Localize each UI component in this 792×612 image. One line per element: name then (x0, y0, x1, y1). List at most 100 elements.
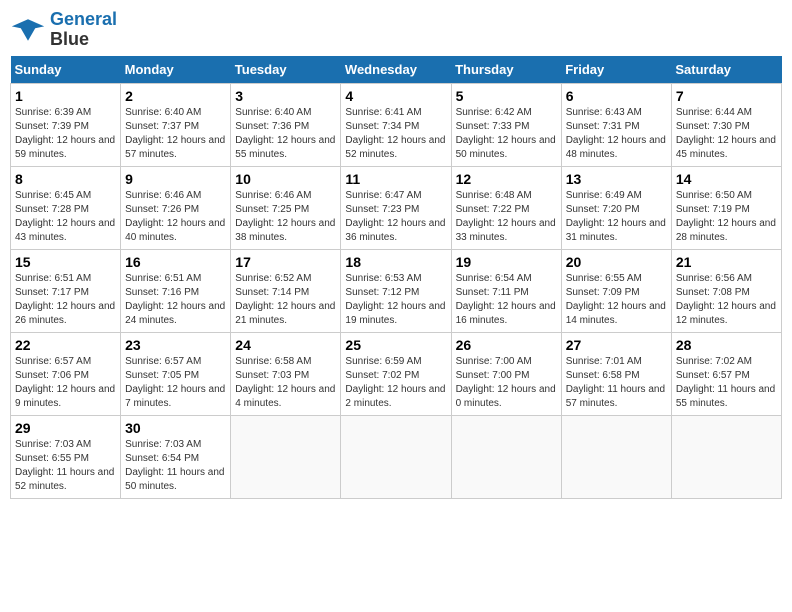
day-cell-3: 3 Sunrise: 6:40 AM Sunset: 7:36 PM Daylig… (231, 83, 341, 166)
week-row-5: 29 Sunrise: 7:03 AM Sunset: 6:55 PM Dayli… (11, 415, 782, 498)
day-cell-13: 13 Sunrise: 6:49 AM Sunset: 7:20 PM Dayli… (561, 166, 671, 249)
day-cell-8: 8 Sunrise: 6:45 AM Sunset: 7:28 PM Daylig… (11, 166, 121, 249)
day-header-monday: Monday (121, 56, 231, 84)
day-info: Sunrise: 6:59 AM Sunset: 7:02 PM Dayligh… (345, 355, 446, 411)
week-row-1: 1Sunrise: 6:39 AM Sunset: 7:39 PM Daylig… (11, 83, 782, 166)
day-info: Sunrise: 6:42 AM Sunset: 7:33 PM Dayligh… (456, 106, 557, 162)
day-number: 8 (15, 171, 116, 187)
day-cell-7: 7 Sunrise: 6:44 AM Sunset: 7:30 PM Daylig… (671, 83, 781, 166)
day-info: Sunrise: 6:41 AM Sunset: 7:34 PM Dayligh… (345, 106, 446, 162)
empty-cell (561, 415, 671, 498)
day-cell-18: 18 Sunrise: 6:53 AM Sunset: 7:12 PM Dayli… (341, 249, 451, 332)
day-cell-10: 10Sunrise: 6:46 AM Sunset: 7:25 PM Dayli… (231, 166, 341, 249)
day-cell-29: 29 Sunrise: 7:03 AM Sunset: 6:55 PM Dayli… (11, 415, 121, 498)
day-number: 22 (15, 337, 116, 353)
day-info: Sunrise: 6:47 AM Sunset: 7:23 PM Dayligh… (345, 189, 446, 245)
day-header-thursday: Thursday (451, 56, 561, 84)
day-cell-6: 6 Sunrise: 6:43 AM Sunset: 7:31 PM Daylig… (561, 83, 671, 166)
day-cell-16: 16Sunrise: 6:51 AM Sunset: 7:16 PM Dayli… (121, 249, 231, 332)
day-cell-15: 15Sunrise: 6:51 AM Sunset: 7:17 PM Dayli… (11, 249, 121, 332)
day-info: Sunrise: 7:01 AM Sunset: 6:58 PM Dayligh… (566, 355, 667, 411)
day-header-tuesday: Tuesday (231, 56, 341, 84)
day-cell-28: 28Sunrise: 7:02 AM Sunset: 6:57 PM Dayli… (671, 332, 781, 415)
day-info: Sunrise: 6:53 AM Sunset: 7:12 PM Dayligh… (345, 272, 446, 328)
day-number: 6 (566, 88, 667, 104)
day-info: Sunrise: 6:45 AM Sunset: 7:28 PM Dayligh… (15, 189, 116, 245)
day-cell-21: 21 Sunrise: 6:56 AM Sunset: 7:08 PM Dayli… (671, 249, 781, 332)
day-header-friday: Friday (561, 56, 671, 84)
week-row-4: 22 Sunrise: 6:57 AM Sunset: 7:06 PM Dayli… (11, 332, 782, 415)
day-info: Sunrise: 6:43 AM Sunset: 7:31 PM Dayligh… (566, 106, 667, 162)
day-cell-25: 25 Sunrise: 6:59 AM Sunset: 7:02 PM Dayli… (341, 332, 451, 415)
day-number: 4 (345, 88, 446, 104)
day-number: 27 (566, 337, 667, 353)
logo-text: GeneralBlue (50, 10, 117, 50)
day-info: Sunrise: 7:03 AM Sunset: 6:54 PM Dayligh… (125, 438, 226, 494)
page-header: GeneralBlue (10, 10, 782, 50)
day-cell-24: 24Sunrise: 6:58 AM Sunset: 7:03 PM Dayli… (231, 332, 341, 415)
calendar-header: SundayMondayTuesdayWednesdayThursdayFrid… (11, 56, 782, 84)
day-number: 29 (15, 420, 116, 436)
day-info: Sunrise: 6:55 AM Sunset: 7:09 PM Dayligh… (566, 272, 667, 328)
day-info: Sunrise: 6:51 AM Sunset: 7:17 PM Dayligh… (15, 272, 116, 328)
week-row-2: 8 Sunrise: 6:45 AM Sunset: 7:28 PM Daylig… (11, 166, 782, 249)
empty-cell (231, 415, 341, 498)
day-number: 21 (676, 254, 777, 270)
day-number: 28 (676, 337, 777, 353)
empty-cell (671, 415, 781, 498)
day-number: 23 (125, 337, 226, 353)
empty-cell (451, 415, 561, 498)
day-number: 14 (676, 171, 777, 187)
day-info: Sunrise: 7:00 AM Sunset: 7:00 PM Dayligh… (456, 355, 557, 411)
day-number: 7 (676, 88, 777, 104)
day-number: 20 (566, 254, 667, 270)
day-info: Sunrise: 6:40 AM Sunset: 7:36 PM Dayligh… (235, 106, 336, 162)
day-cell-4: 4 Sunrise: 6:41 AM Sunset: 7:34 PM Daylig… (341, 83, 451, 166)
day-info: Sunrise: 6:57 AM Sunset: 7:05 PM Dayligh… (125, 355, 226, 411)
day-cell-1: 1Sunrise: 6:39 AM Sunset: 7:39 PM Daylig… (11, 83, 121, 166)
day-cell-12: 12Sunrise: 6:48 AM Sunset: 7:22 PM Dayli… (451, 166, 561, 249)
empty-cell (341, 415, 451, 498)
day-info: Sunrise: 6:44 AM Sunset: 7:30 PM Dayligh… (676, 106, 777, 162)
day-cell-17: 17Sunrise: 6:52 AM Sunset: 7:14 PM Dayli… (231, 249, 341, 332)
day-number: 18 (345, 254, 446, 270)
logo-icon (10, 15, 46, 45)
day-cell-11: 11 Sunrise: 6:47 AM Sunset: 7:23 PM Dayli… (341, 166, 451, 249)
day-cell-14: 14 Sunrise: 6:50 AM Sunset: 7:19 PM Dayli… (671, 166, 781, 249)
day-cell-27: 27 Sunrise: 7:01 AM Sunset: 6:58 PM Dayli… (561, 332, 671, 415)
day-info: Sunrise: 7:03 AM Sunset: 6:55 PM Dayligh… (15, 438, 116, 494)
day-number: 16 (125, 254, 226, 270)
day-info: Sunrise: 6:46 AM Sunset: 7:26 PM Dayligh… (125, 189, 226, 245)
day-info: Sunrise: 6:40 AM Sunset: 7:37 PM Dayligh… (125, 106, 226, 162)
day-number: 5 (456, 88, 557, 104)
day-info: Sunrise: 6:52 AM Sunset: 7:14 PM Dayligh… (235, 272, 336, 328)
day-number: 26 (456, 337, 557, 353)
week-row-3: 15Sunrise: 6:51 AM Sunset: 7:17 PM Dayli… (11, 249, 782, 332)
day-number: 11 (345, 171, 446, 187)
day-header-sunday: Sunday (11, 56, 121, 84)
logo: GeneralBlue (10, 10, 117, 50)
day-header-saturday: Saturday (671, 56, 781, 84)
day-info: Sunrise: 6:54 AM Sunset: 7:11 PM Dayligh… (456, 272, 557, 328)
header-row: SundayMondayTuesdayWednesdayThursdayFrid… (11, 56, 782, 84)
calendar-body: 1Sunrise: 6:39 AM Sunset: 7:39 PM Daylig… (11, 83, 782, 498)
day-header-wednesday: Wednesday (341, 56, 451, 84)
day-number: 24 (235, 337, 336, 353)
day-info: Sunrise: 6:48 AM Sunset: 7:22 PM Dayligh… (456, 189, 557, 245)
day-cell-30: 30Sunrise: 7:03 AM Sunset: 6:54 PM Dayli… (121, 415, 231, 498)
day-cell-22: 22 Sunrise: 6:57 AM Sunset: 7:06 PM Dayli… (11, 332, 121, 415)
day-cell-26: 26 Sunrise: 7:00 AM Sunset: 7:00 PM Dayli… (451, 332, 561, 415)
day-number: 13 (566, 171, 667, 187)
day-number: 3 (235, 88, 336, 104)
day-info: Sunrise: 6:56 AM Sunset: 7:08 PM Dayligh… (676, 272, 777, 328)
day-info: Sunrise: 6:49 AM Sunset: 7:20 PM Dayligh… (566, 189, 667, 245)
day-cell-9: 9Sunrise: 6:46 AM Sunset: 7:26 PM Daylig… (121, 166, 231, 249)
day-number: 2 (125, 88, 226, 104)
day-cell-19: 19Sunrise: 6:54 AM Sunset: 7:11 PM Dayli… (451, 249, 561, 332)
day-cell-2: 2 Sunrise: 6:40 AM Sunset: 7:37 PM Daylig… (121, 83, 231, 166)
day-info: Sunrise: 6:50 AM Sunset: 7:19 PM Dayligh… (676, 189, 777, 245)
day-info: Sunrise: 6:57 AM Sunset: 7:06 PM Dayligh… (15, 355, 116, 411)
day-number: 25 (345, 337, 446, 353)
day-cell-20: 20 Sunrise: 6:55 AM Sunset: 7:09 PM Dayli… (561, 249, 671, 332)
calendar-table: SundayMondayTuesdayWednesdayThursdayFrid… (10, 56, 782, 499)
